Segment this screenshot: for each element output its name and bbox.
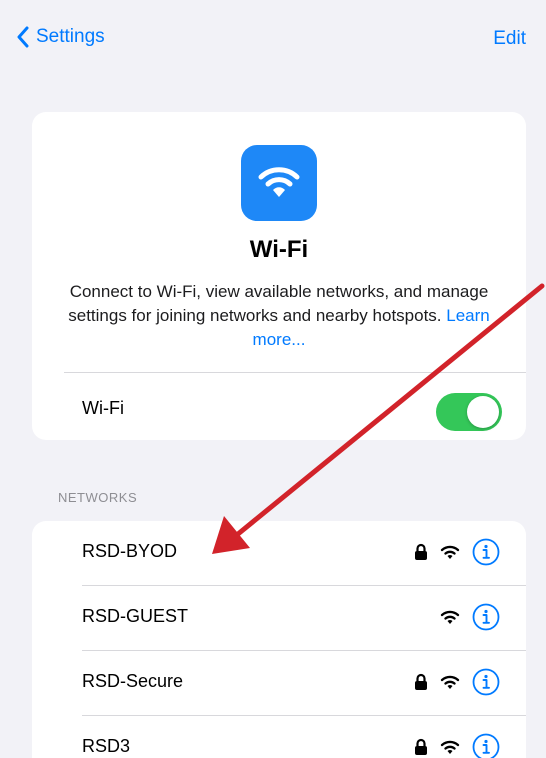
description-text: Connect to Wi-Fi, view available network… — [68, 282, 489, 325]
networks-section-header: NETWORKS — [58, 490, 138, 505]
networks-list: RSD-BYOD RSD-GUEST RSD-Secure RSD3 — [32, 521, 526, 758]
info-icon[interactable] — [472, 603, 500, 631]
network-row-rsd3[interactable]: RSD3 — [32, 716, 526, 758]
back-button-label: Settings — [36, 26, 105, 47]
divider — [64, 372, 526, 373]
network-row-rsd-guest[interactable]: RSD-GUEST — [32, 586, 526, 650]
back-button[interactable]: Settings — [16, 26, 105, 48]
wifi-info-card: Wi-Fi Connect to Wi-Fi, view available n… — [32, 112, 526, 440]
network-name: RSD-Secure — [82, 671, 184, 691]
wifi-signal-icon — [440, 739, 460, 755]
page-title: Wi-Fi — [249, 236, 309, 263]
toggle-knob — [467, 396, 499, 428]
network-row-rsd-byod[interactable]: RSD-BYOD — [32, 521, 526, 585]
wifi-app-icon — [241, 145, 317, 221]
info-icon[interactable] — [472, 538, 500, 566]
wifi-signal-icon — [440, 544, 460, 560]
lock-icon — [414, 673, 428, 691]
lock-icon — [414, 543, 428, 561]
network-name: RSD3 — [82, 736, 131, 756]
chevron-left-icon — [16, 26, 30, 48]
wifi-description: Connect to Wi-Fi, view available network… — [58, 280, 500, 352]
wifi-signal-icon — [440, 609, 460, 625]
edit-button[interactable]: Edit — [493, 28, 526, 50]
wifi-signal-icon — [440, 674, 460, 690]
info-icon[interactable] — [472, 668, 500, 696]
navigation-bar: Settings Edit — [0, 0, 546, 80]
lock-icon — [414, 738, 428, 756]
network-row-rsd-secure[interactable]: RSD-Secure — [32, 651, 526, 715]
network-name: RSD-GUEST — [82, 606, 189, 626]
wifi-toggle[interactable] — [436, 393, 502, 431]
wifi-toggle-label: Wi-Fi — [82, 398, 124, 418]
network-name: RSD-BYOD — [82, 541, 178, 561]
info-icon[interactable] — [472, 733, 500, 758]
